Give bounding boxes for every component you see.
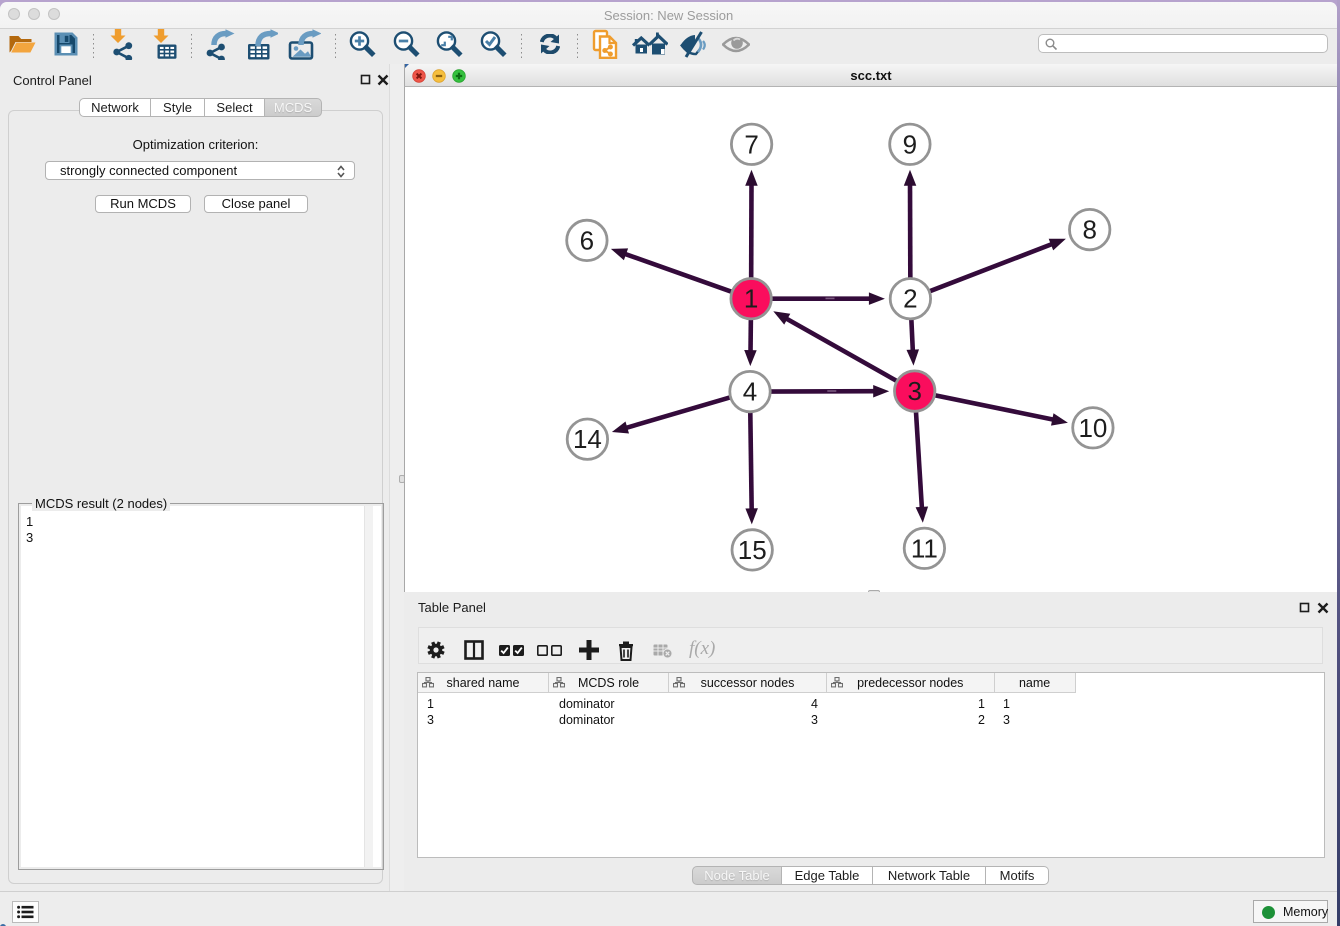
svg-text:6: 6	[580, 225, 594, 255]
svg-text:3: 3	[907, 376, 921, 406]
svg-text:4: 4	[743, 377, 757, 407]
svg-text:10: 10	[1078, 413, 1107, 443]
svg-text:7: 7	[744, 129, 758, 159]
svg-text:11: 11	[911, 533, 938, 563]
svg-text:1: 1	[744, 284, 758, 314]
svg-text:2: 2	[903, 284, 917, 314]
svg-text:9: 9	[903, 129, 917, 159]
svg-text:14: 14	[573, 424, 602, 454]
svg-text:8: 8	[1082, 215, 1096, 245]
svg-text:15: 15	[738, 535, 767, 565]
